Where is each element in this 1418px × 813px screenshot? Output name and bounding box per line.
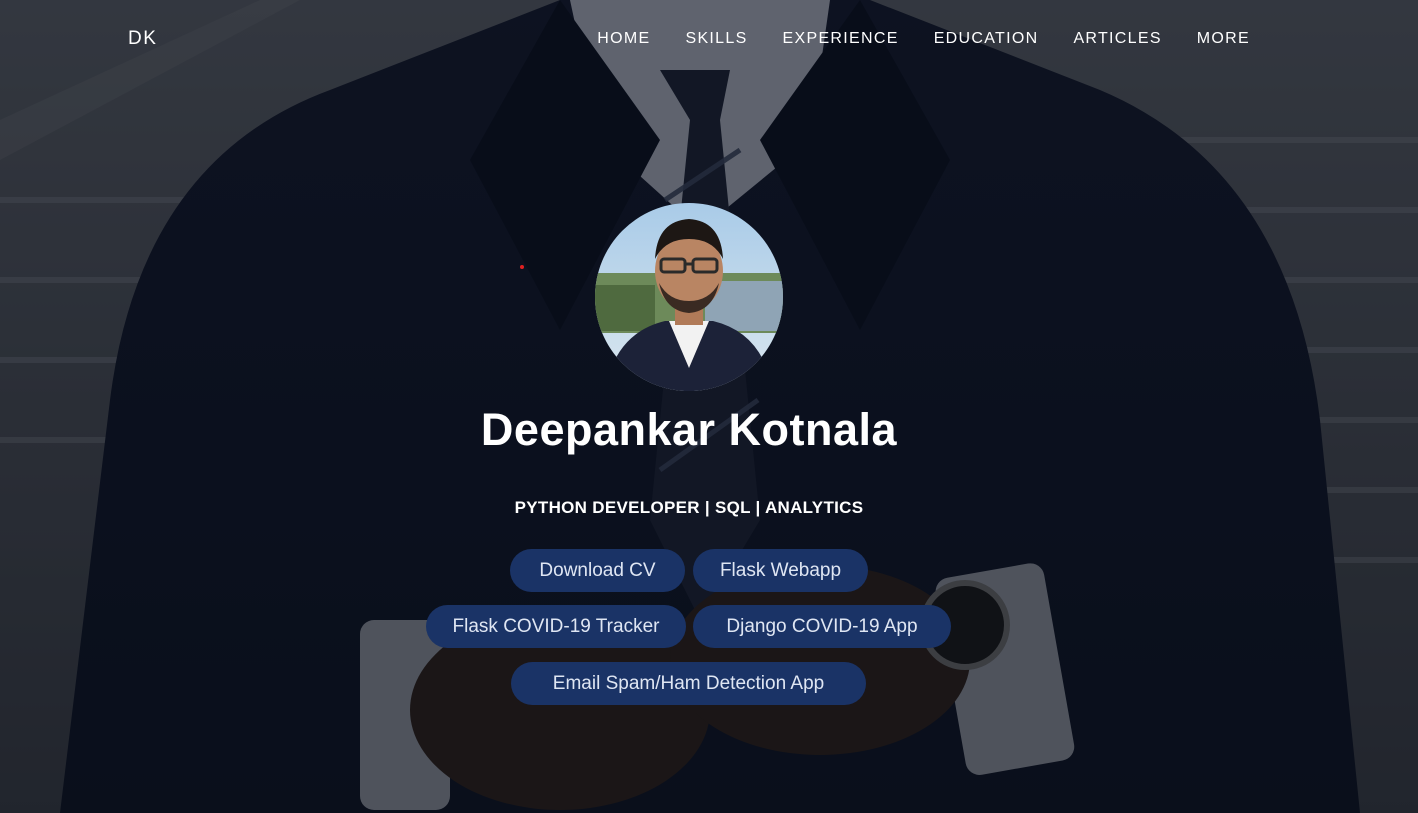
nav-link-skills[interactable]: SKILLS [685,30,747,48]
profile-subtitle: PYTHON DEVELOPER | SQL | ANALYTICS [514,498,864,517]
nav-link-articles[interactable]: ARTICLES [1073,30,1161,48]
profile-avatar [595,203,783,391]
download-cv-button[interactable]: Download CV [510,549,685,592]
hero-section: DK HOME SKILLS EXPERIENCE EDUCATION ARTI… [0,0,1418,813]
brand-logo[interactable]: DK [128,28,157,50]
flask-webapp-button[interactable]: Flask Webapp [693,549,868,592]
red-dot [520,265,524,269]
profile-name: Deepankar Kotnala [480,404,898,455]
navbar: DK HOME SKILLS EXPERIENCE EDUCATION ARTI… [0,0,1418,80]
nav-link-education[interactable]: EDUCATION [934,30,1039,48]
nav-links: HOME SKILLS EXPERIENCE EDUCATION ARTICLE… [597,30,1250,48]
nav-link-experience[interactable]: EXPERIENCE [783,30,899,48]
nav-link-more[interactable]: MORE [1197,30,1250,48]
django-covid-app-button[interactable]: Django COVID-19 App [693,605,951,648]
flask-covid-tracker-button[interactable]: Flask COVID-19 Tracker [426,605,686,648]
spam-ham-detection-button[interactable]: Email Spam/Ham Detection App [511,662,866,705]
profile-photo [595,203,783,391]
nav-link-home[interactable]: HOME [597,30,650,48]
